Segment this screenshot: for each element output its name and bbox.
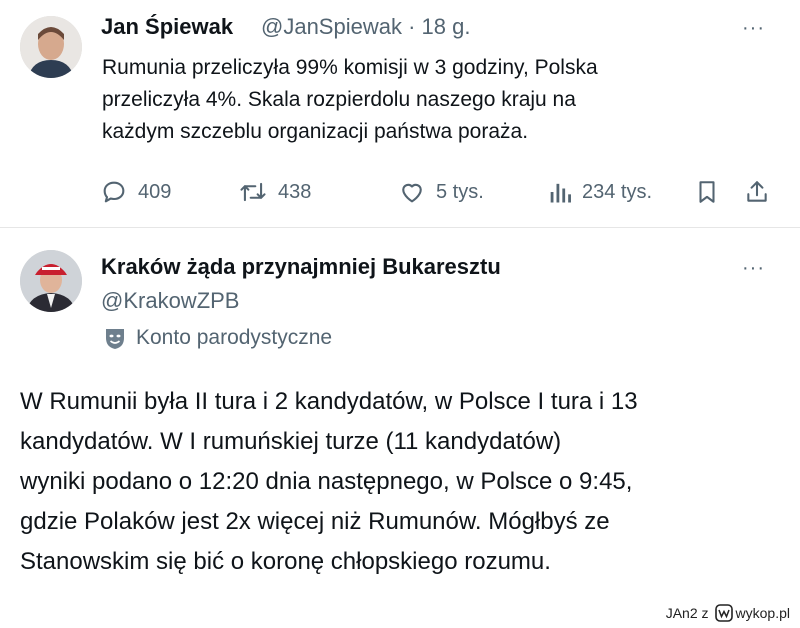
reply-button[interactable]: 409 (100, 172, 171, 212)
bookmark-button[interactable] (694, 172, 720, 212)
tweet-text-line: W Rumunii była II tura i 2 kandydatów, w… (20, 388, 638, 415)
tweet-text-line: wyniki podano o 12:20 dnia następnego, w… (20, 468, 633, 495)
bookmark-icon (699, 181, 715, 203)
repost-button[interactable]: 438 (238, 172, 311, 212)
tweet-actions: 409 438 5 tys. 234 tys. (98, 172, 778, 212)
parody-account-label: Konto parodystyczne (104, 326, 332, 350)
avatar-jan-spiewak[interactable] (20, 16, 82, 78)
repost-icon (240, 182, 266, 202)
like-button[interactable]: 5 tys. (398, 172, 484, 212)
wykop-watermark: JAn2 z wykop.pl (666, 604, 790, 622)
author-handle-time[interactable]: @JanSpiewak · 18 g. (261, 14, 470, 40)
views-count: 234 tys. (582, 180, 653, 203)
views-button[interactable]: 234 tys. (548, 172, 652, 212)
more-options-button[interactable]: ··· (742, 18, 765, 38)
wykop-logo-icon (714, 604, 733, 622)
heart-icon (402, 183, 422, 203)
tweet-jan-spiewak: Jan Śpiewak @JanSpiewak · 18 g. ··· Rumu… (0, 0, 800, 226)
more-options-button[interactable]: ··· (742, 258, 765, 278)
tweet-text: Rumunia przeliczyła 99% komisji w 3 godz… (102, 52, 702, 148)
author-name[interactable]: Jan Śpiewak (101, 14, 233, 40)
repost-count: 438 (278, 180, 312, 203)
share-button[interactable] (744, 172, 770, 212)
watermark-user: JAn2 z (665, 605, 709, 621)
reply-count: 409 (138, 180, 172, 203)
tweet-text-line: Stanowskim się bić o koronę chłopskiego … (20, 548, 551, 575)
tweet-text-line: gdzie Polaków jest 2x więcej niż Rumunów… (20, 508, 610, 535)
watermark-site: wykop.pl (735, 605, 790, 621)
tweet-text-line: każdym szczeblu organizacji państwa pora… (102, 120, 529, 143)
share-icon (747, 181, 767, 202)
tweet-text-line: kandydatów. W I rumuńskiej turze (11 kan… (20, 428, 562, 455)
like-count: 5 tys. (436, 180, 484, 203)
author-handle[interactable]: @KrakowZPB (101, 288, 239, 314)
parody-label-text: Konto parodystyczne (136, 326, 333, 349)
reply-icon (103, 181, 125, 203)
tweet-text-line: Rumunia przeliczyła 99% komisji w 3 godz… (102, 56, 598, 79)
author-name[interactable]: Kraków żąda przynajmniej Bukaresztu (101, 254, 501, 280)
tweet-text-line: przeliczyła 4%. Skala rozpierdolu naszeg… (102, 88, 576, 111)
parody-mask-icon (106, 329, 124, 349)
tweet-text: W Rumunii była II tura i 2 kandydatów, w… (20, 382, 790, 582)
avatar-krakow-zpb[interactable] (20, 250, 82, 312)
avatar-image (20, 250, 82, 312)
tweet-divider (0, 227, 800, 228)
views-icon (550, 183, 571, 203)
avatar-image (20, 16, 82, 78)
